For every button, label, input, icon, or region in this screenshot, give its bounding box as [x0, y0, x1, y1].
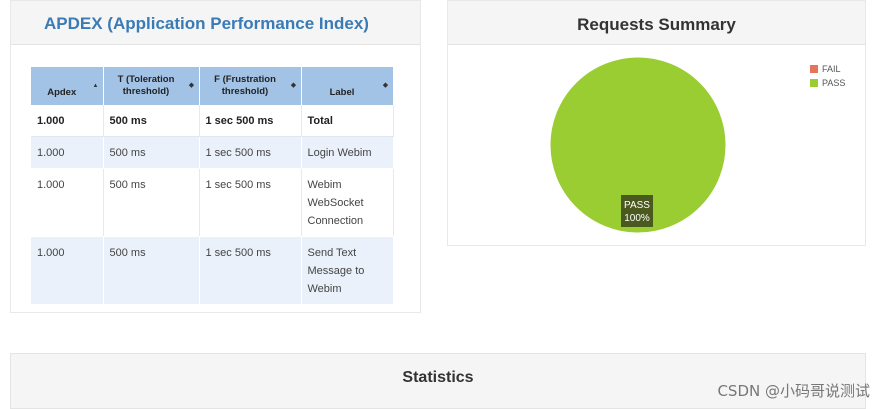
- cell-label: Send Text Message to Webim: [301, 236, 394, 305]
- cell-label: Webim WebSocket Connection: [301, 168, 394, 237]
- cell-label: Total: [301, 105, 394, 137]
- cell-toleration: 500 ms: [103, 136, 200, 169]
- column-header-toleration[interactable]: T (Toleration threshold) ◆: [103, 67, 200, 105]
- cell-frustration: 1 sec 500 ms: [199, 105, 302, 137]
- cell-apdex: 1.000: [31, 168, 104, 237]
- cell-apdex: 1.000: [31, 236, 104, 305]
- requests-pie-chart: PASS 100%: [549, 56, 727, 234]
- legend-label: FAIL: [822, 64, 841, 74]
- apdex-title: APDEX (Application Performance Index): [44, 14, 369, 33]
- apdex-panel-heading: APDEX (Application Performance Index): [11, 1, 420, 45]
- sort-icon[interactable]: ◆: [383, 82, 389, 89]
- requests-summary-title: Requests Summary: [577, 15, 736, 34]
- watermark: CSDN @小码哥说测试: [717, 382, 870, 400]
- apdex-panel: APDEX (Application Performance Index) Ap…: [10, 0, 421, 313]
- pie-data-label: PASS 100%: [621, 195, 653, 227]
- legend-item-fail[interactable]: FAIL: [810, 62, 845, 76]
- legend-swatch: [810, 65, 818, 73]
- sort-icon[interactable]: ◆: [291, 82, 297, 89]
- column-header-label: T (Toleration threshold): [117, 74, 175, 97]
- table-row: 1.000 500 ms 1 sec 500 ms Send Text Mess…: [31, 236, 394, 305]
- sort-ascending-icon[interactable]: ▲: [93, 83, 99, 89]
- column-header-label: Label: [329, 87, 355, 99]
- pie-legend: FAIL PASS: [810, 62, 845, 90]
- cell-label: Login Webim: [301, 136, 394, 169]
- cell-toleration: 500 ms: [103, 236, 200, 305]
- cell-toleration: 500 ms: [103, 168, 200, 237]
- legend-item-pass[interactable]: PASS: [810, 76, 845, 90]
- table-row-total: 1.000 500 ms 1 sec 500 ms Total: [31, 105, 394, 137]
- cell-frustration: 1 sec 500 ms: [199, 136, 302, 169]
- column-header-label: Apdex: [47, 87, 77, 99]
- pie-label-percent: 100%: [624, 213, 650, 224]
- table-row: 1.000 500 ms 1 sec 500 ms Login Webim: [31, 136, 394, 169]
- table-row: 1.000 500 ms 1 sec 500 ms Webim WebSocke…: [31, 168, 394, 237]
- cell-apdex: 1.000: [31, 136, 104, 169]
- apdex-table: Apdex ▲ T (Toleration threshold) ◆ F (Fr…: [31, 67, 394, 305]
- sort-icon[interactable]: ◆: [189, 82, 195, 89]
- cell-toleration: 500 ms: [103, 105, 200, 137]
- apdex-table-header: Apdex ▲ T (Toleration threshold) ◆ F (Fr…: [31, 67, 394, 105]
- requests-summary-heading: Requests Summary: [448, 1, 865, 45]
- column-header-label[interactable]: Label ◆: [301, 67, 394, 105]
- pie-label-name: PASS: [624, 200, 650, 211]
- column-header-frustration[interactable]: F (Frustration threshold) ◆: [199, 67, 302, 105]
- cell-frustration: 1 sec 500 ms: [199, 236, 302, 305]
- column-header-apdex[interactable]: Apdex ▲: [31, 67, 104, 105]
- cell-frustration: 1 sec 500 ms: [199, 168, 302, 237]
- cell-apdex: 1.000: [31, 105, 104, 137]
- legend-label: PASS: [822, 78, 846, 88]
- column-header-label: F (Frustration threshold): [214, 74, 276, 97]
- legend-swatch: [810, 79, 818, 87]
- requests-summary-panel: Requests Summary PASS 100% FAIL PASS: [447, 0, 866, 246]
